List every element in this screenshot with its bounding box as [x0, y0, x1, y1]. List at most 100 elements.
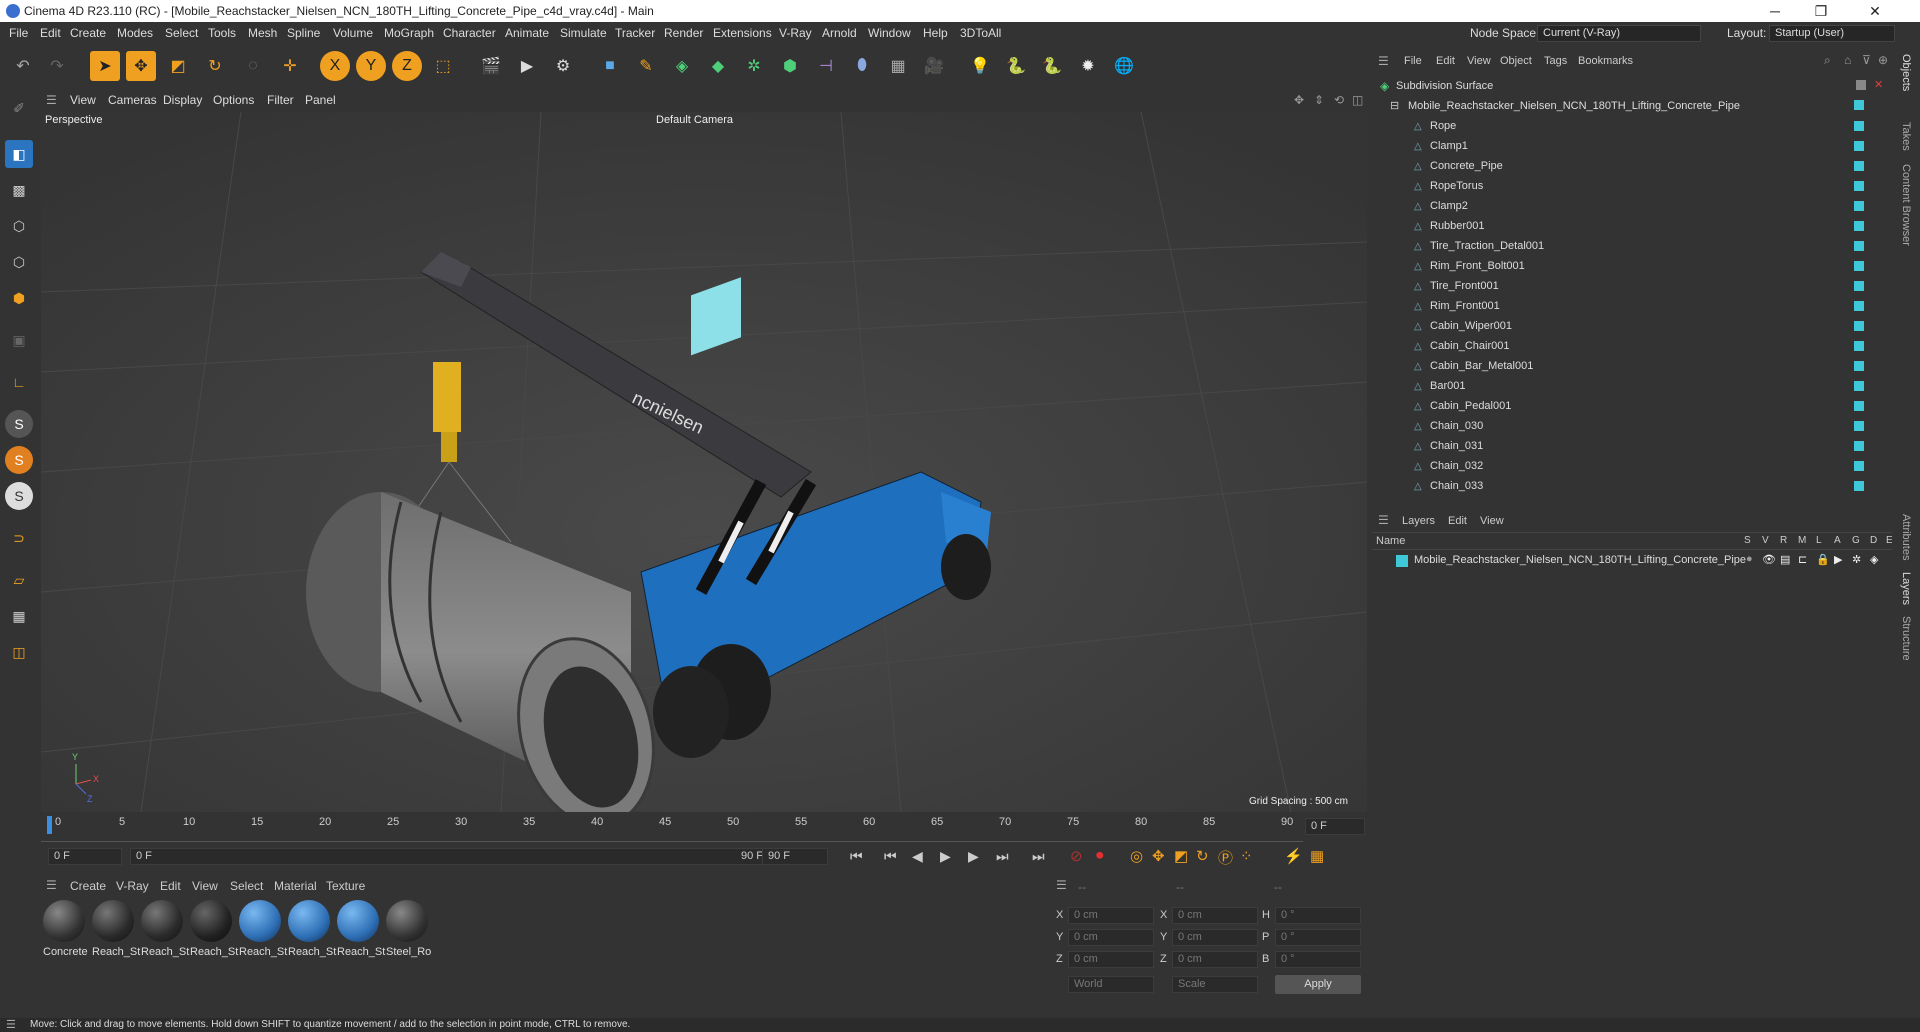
layout-dropdown[interactable]: Startup (User) — [1769, 25, 1895, 42]
timeline-ruler[interactable]: 0 5 10 15 20 25 30 35 40 45 50 55 60 65 … — [41, 812, 1367, 842]
material-menu-vray[interactable]: V-Ray — [116, 879, 149, 893]
field-icon[interactable]: ⬮ — [847, 51, 877, 81]
object-row[interactable]: △Cabin_Chair001⁘ — [1372, 337, 1920, 357]
menu-create[interactable]: Create — [70, 26, 106, 40]
object-menu-view[interactable]: View — [1467, 55, 1491, 67]
layer-color-icon[interactable] — [1396, 555, 1408, 567]
object-row[interactable]: △Chain_030⁘ — [1372, 417, 1920, 437]
menu-help[interactable]: Help — [923, 26, 948, 40]
menu-tracker[interactable]: Tracker — [615, 26, 655, 40]
menu-vray[interactable]: V-Ray — [779, 26, 812, 40]
menu-window[interactable]: Window — [868, 26, 911, 40]
python-icon[interactable]: 🐍 — [1001, 51, 1031, 81]
menu-tools[interactable]: Tools — [208, 26, 236, 40]
layer-menu-view[interactable]: View — [1480, 515, 1504, 527]
end-frame-field[interactable]: 90 F — [762, 848, 828, 865]
status-menu-icon[interactable]: ☰ — [6, 1018, 16, 1031]
coord-mode-dropdown[interactable]: Scale — [1172, 976, 1258, 993]
object-menu-file[interactable]: File — [1404, 55, 1422, 67]
object-row[interactable]: △Rim_Front_Bolt001⁘ — [1372, 257, 1920, 277]
lock-icon[interactable]: 🔒 — [1816, 553, 1830, 566]
magnet-icon[interactable]: ⊃ — [5, 524, 33, 552]
subdivision-icon[interactable]: ◈ — [667, 51, 697, 81]
viewport-menu-display[interactable]: Display — [163, 93, 202, 107]
material-menu-texture[interactable]: Texture — [326, 879, 365, 893]
tab-content-browser[interactable]: Content Browser — [1900, 164, 1912, 246]
object-row[interactable]: △Rim_Front001⁘ — [1372, 297, 1920, 317]
object-row[interactable]: △Cabin_Wiper001⁘ — [1372, 317, 1920, 337]
maximize-button[interactable]: ❐ — [1798, 0, 1844, 22]
menu-modes[interactable]: Modes — [117, 26, 153, 40]
solo-icon[interactable]: ● — [1746, 553, 1753, 565]
object-row[interactable]: △Rubber001⁘ — [1372, 217, 1920, 237]
object-row[interactable]: △RopeTorus⁘ — [1372, 177, 1920, 197]
axis-mode-icon[interactable]: ∟ — [5, 368, 33, 396]
rot-h-field[interactable]: 0 ° — [1275, 907, 1361, 924]
redo-icon[interactable]: ↷ — [42, 51, 72, 81]
viewport-camera-label[interactable]: Default Camera — [656, 114, 733, 126]
viewport-zoom-icon[interactable]: ⇕ — [1314, 93, 1324, 107]
material-swatch[interactable] — [239, 900, 281, 942]
tab-structure[interactable]: Structure — [1900, 616, 1912, 661]
floor-icon[interactable]: ▦ — [883, 51, 913, 81]
tab-attributes[interactable]: Attributes — [1900, 514, 1912, 560]
object-row[interactable]: △Rope⁘ — [1372, 117, 1920, 137]
material-swatch[interactable] — [288, 900, 330, 942]
tab-objects[interactable]: Objects — [1900, 54, 1912, 91]
object-menu-edit[interactable]: Edit — [1436, 55, 1455, 67]
rot-b-field[interactable]: 0 ° — [1275, 951, 1361, 968]
uv-mode-icon[interactable]: ▣ — [5, 326, 33, 354]
animation-icon[interactable]: ▶ — [1834, 553, 1842, 566]
material-menu-view[interactable]: View — [192, 879, 218, 893]
tab-takes[interactable]: Takes — [1900, 122, 1912, 151]
python2-icon[interactable]: 🐍 — [1037, 51, 1067, 81]
menu-3dtoall[interactable]: 3DToAll — [960, 26, 1001, 40]
key-rotate-icon[interactable]: ↻ — [1196, 847, 1209, 865]
menu-file[interactable]: File — [9, 26, 28, 40]
object-row[interactable]: △Chain_032⁘ — [1372, 457, 1920, 477]
material-swatch[interactable] — [92, 900, 134, 942]
camera-icon[interactable]: 🎥 — [919, 51, 949, 81]
object-row[interactable]: △Clamp1⁘ — [1372, 137, 1920, 157]
apply-button[interactable]: Apply — [1275, 975, 1361, 994]
snap-icon[interactable]: S — [5, 410, 33, 438]
material-swatch[interactable] — [337, 900, 379, 942]
layer-menu-layers[interactable]: Layers — [1402, 515, 1435, 527]
start-frame-field[interactable]: 0 F — [48, 848, 122, 865]
menu-select[interactable]: Select — [165, 26, 198, 40]
workplane-lock-icon[interactable]: ◫ — [5, 638, 33, 666]
last-frame-icon[interactable]: ⏭ — [1032, 848, 1045, 865]
object-row[interactable]: △Tire_Traction_Detal001⁘ — [1372, 237, 1920, 257]
grid-icon[interactable]: ▦ — [5, 602, 33, 630]
cube-icon[interactable]: ■ — [595, 51, 625, 81]
viewport-rotate-icon[interactable]: ⟲ — [1334, 93, 1344, 107]
pen-icon[interactable]: ✎ — [631, 51, 661, 81]
add-icon[interactable]: ✛ — [275, 51, 305, 81]
z-axis-icon[interactable]: Z — [392, 51, 422, 81]
layer-row[interactable]: Mobile_Reachstacker_Nielsen_NCN_180TH_Li… — [1372, 552, 1892, 570]
prev-key-icon[interactable]: ⏮ — [884, 848, 897, 865]
material-menu-icon[interactable]: ☰ — [46, 878, 57, 892]
move-icon[interactable]: ✥ — [126, 51, 156, 81]
undo-icon[interactable]: ↶ — [8, 51, 38, 81]
viewport-menu-cameras[interactable]: Cameras — [108, 93, 157, 107]
material-swatch[interactable] — [141, 900, 183, 942]
add-view-icon[interactable]: ⊕ — [1878, 53, 1888, 67]
tab-layers[interactable]: Layers — [1900, 572, 1912, 605]
menu-mograph[interactable]: MoGraph — [384, 26, 434, 40]
material-menu-create[interactable]: Create — [70, 879, 106, 893]
pos-z-field[interactable]: 0 cm — [1068, 951, 1154, 968]
layer-menu-icon[interactable]: ☰ — [1378, 513, 1389, 527]
polygon-mode-icon[interactable]: ⬢ — [5, 284, 33, 312]
key-param-icon[interactable]: Ⓟ — [1218, 847, 1233, 868]
object-row[interactable]: △Cabin_Bar_Metal001⁘ — [1372, 357, 1920, 377]
tree-row-root[interactable]: ◈ Subdivision Surface ✕ — [1372, 77, 1883, 97]
light-icon[interactable]: 💡 — [965, 51, 995, 81]
3d-viewport[interactable]: ncnielsen Y X Z Perspective Default Came… — [41, 112, 1367, 812]
viewport-move-icon[interactable]: ✥ — [1294, 93, 1304, 107]
point-mode-icon[interactable]: ⬡ — [5, 212, 33, 240]
cloner-icon[interactable]: ✲ — [739, 51, 769, 81]
workplane-icon[interactable]: ▱ — [5, 566, 33, 594]
render-region-icon[interactable]: 🎬 — [476, 51, 506, 81]
extrude-icon[interactable]: ◆ — [703, 51, 733, 81]
